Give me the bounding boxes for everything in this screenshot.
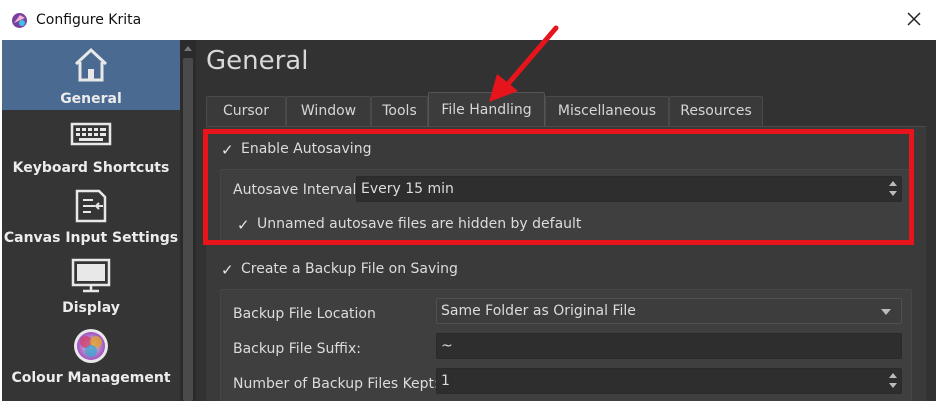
- annotation-arrow-icon: [489, 25, 559, 102]
